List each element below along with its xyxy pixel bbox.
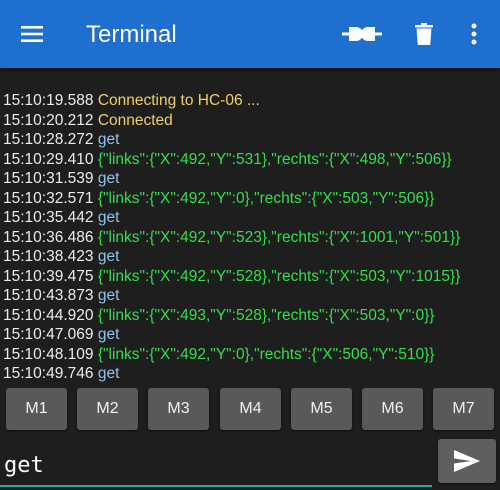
log-message: get [93,287,120,304]
log-timestamp: 15:10:28.272 [3,131,94,148]
log-line: 15:10:47.069 get [3,325,498,345]
log-line: 15:10:49.746 get [3,364,498,383]
connect-plug-icon [342,27,382,41]
connect-button[interactable] [340,14,384,54]
log-line: 15:10:20.212 Connected [3,111,498,131]
log-timestamp: 15:10:32.571 [3,189,94,207]
log-timestamp: 15:10:19.588 [3,92,94,109]
macro-button-m7[interactable]: M7 [433,388,494,430]
log-message: get [93,326,120,343]
hamburger-menu-icon [21,26,43,42]
log-timestamp: 15:10:49.746 [3,365,94,382]
log-message: Connected [93,111,173,129]
log-message: {"links":{"X":492,"Y":523},"rechts":{"X"… [93,228,461,246]
log-message: get [93,209,120,226]
log-message: get [93,170,120,187]
log-timestamp: 15:10:38.423 [3,248,94,265]
log-line: 15:10:36.486 {"links":{"X":492,"Y":523},… [3,228,498,248]
macro-button-m6[interactable]: M6 [362,388,423,430]
macro-button-m5[interactable]: M5 [291,388,352,430]
log-message: {"links":{"X":492,"Y":0},"rechts":{"X":5… [93,345,435,363]
input-underline [0,485,432,487]
app-title: Terminal [86,21,177,48]
log-line: 15:10:31.539 get [3,169,498,189]
send-text-input[interactable] [4,450,430,480]
send-button[interactable] [438,439,496,483]
log-timestamp: 15:10:43.873 [3,287,94,304]
log-line: 15:10:32.571 {"links":{"X":492,"Y":0},"r… [3,189,498,209]
send-bar [0,436,500,490]
log-timestamp: 15:10:47.069 [3,326,94,343]
macro-button-m4[interactable]: M4 [220,388,281,430]
log-line: 15:10:19.588 Connecting to HC-06 ... [3,91,498,111]
log-timestamp: 15:10:20.212 [3,111,94,129]
log-line: 15:10:35.442 get [3,208,498,228]
log-message: get [93,131,120,148]
log-timestamp: 15:10:48.109 [3,345,94,363]
log-timestamp: 15:10:36.486 [3,228,94,246]
log-line: 15:10:38.423 get [3,247,498,267]
clear-button[interactable] [402,14,446,54]
log-list: 15:10:19.588 Connecting to HC-06 ... 15:… [3,91,498,383]
app-bar: Terminal [0,0,500,68]
terminal-output[interactable]: 15:10:19.588 Connecting to HC-06 ... 15:… [0,68,500,383]
log-line: 15:10:44.920 {"links":{"X":493,"Y":528},… [3,306,498,326]
log-timestamp: 15:10:39.475 [3,267,94,285]
log-message: {"links":{"X":493,"Y":528},"rechts":{"X"… [93,306,435,324]
log-message: {"links":{"X":492,"Y":528},"rechts":{"X"… [93,267,461,285]
log-line: 15:10:29.410 {"links":{"X":492,"Y":531},… [3,150,498,170]
log-timestamp: 15:10:29.410 [3,150,94,168]
log-message: Connecting to HC-06 ... [93,92,260,109]
more-options-button[interactable] [452,14,496,54]
macro-button-m2[interactable]: M2 [77,388,138,430]
log-message: {"links":{"X":492,"Y":0},"rechts":{"X":5… [93,189,435,207]
log-message: get [93,365,120,382]
log-line: 15:10:43.873 get [3,286,498,306]
log-message: get [93,248,120,265]
more-vert-icon [471,23,477,45]
log-timestamp: 15:10:35.442 [3,209,94,226]
log-message: {"links":{"X":492,"Y":531},"rechts":{"X"… [93,150,452,168]
send-icon [454,450,480,472]
log-timestamp: 15:10:31.539 [3,170,94,187]
macro-button-m3[interactable]: M3 [148,388,209,430]
macro-button-m1[interactable]: M1 [6,388,67,430]
log-line: 15:10:48.109 {"links":{"X":492,"Y":0},"r… [3,345,498,365]
menu-button[interactable] [10,14,54,54]
macro-button-row: M1 M2 M3 M4 M5 M6 M7 [0,385,500,431]
trash-icon [415,23,433,45]
log-line: 15:10:28.272 get [3,130,498,150]
log-line: 15:10:39.475 {"links":{"X":492,"Y":528},… [3,267,498,287]
log-timestamp: 15:10:44.920 [3,306,94,324]
